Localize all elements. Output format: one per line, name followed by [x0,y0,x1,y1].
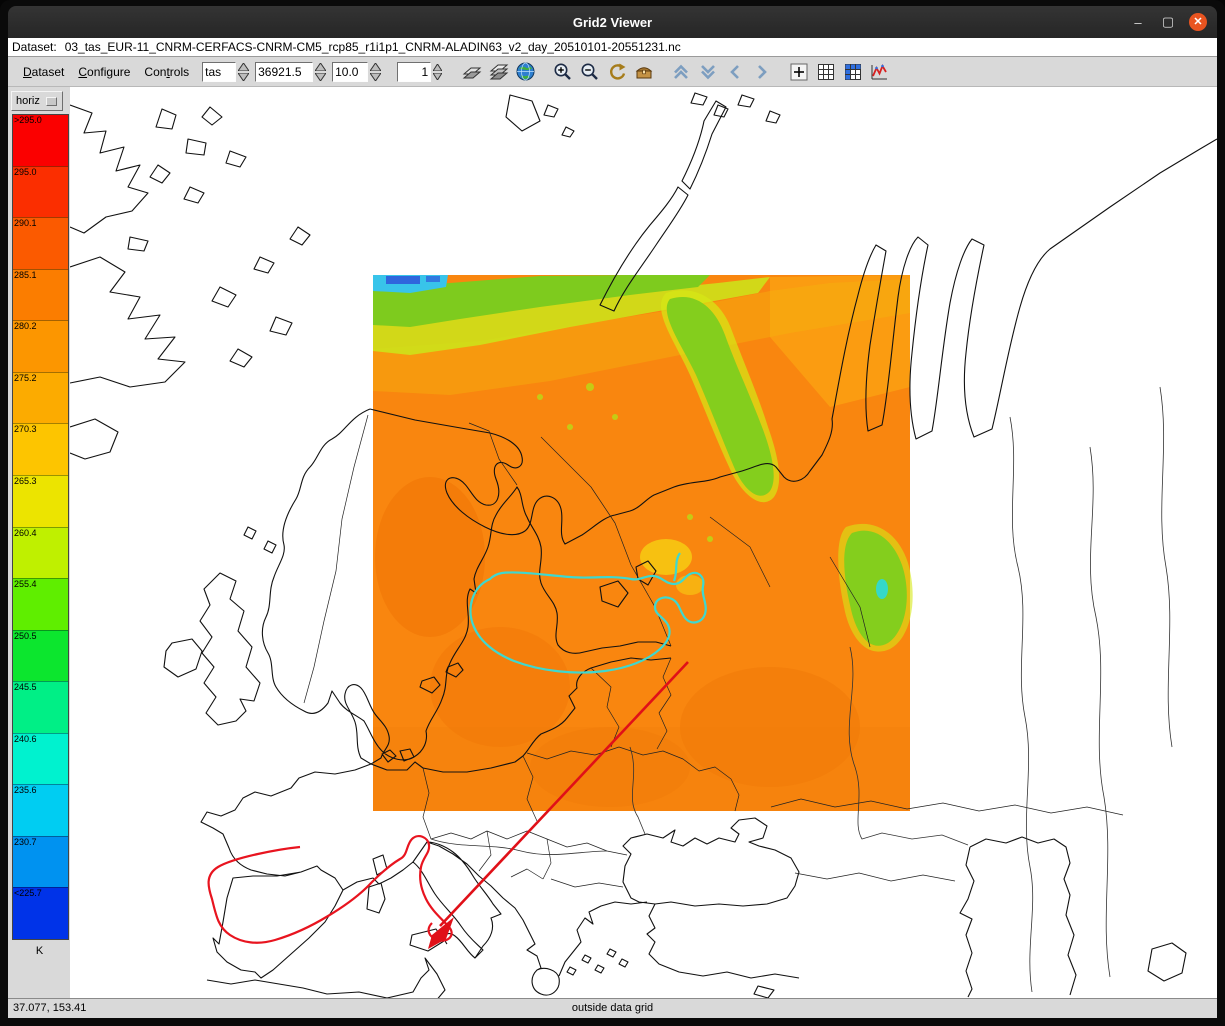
toolbox-icon[interactable] [630,59,657,85]
colorbar-segment: 260.4 [13,527,68,579]
colorbar-segment-label: 295.0 [14,167,37,177]
down-icon[interactable] [694,59,721,85]
colorbar-segment-label: 285.1 [14,270,37,280]
colorbar-segment-label: 270.3 [14,424,37,434]
menu-configure[interactable]: Configure [71,61,137,83]
colorbar-segment: 235.6 [13,784,68,836]
main-area: horiz >295.0 295.0 290.1 285.1 280.2 275.2 270… [8,87,1217,998]
colorbar: >295.0 295.0 290.1 285.1 280.2 275.2 270.3 265.… [12,114,69,940]
level-spinner[interactable] [370,63,381,81]
toolbar: Dataset Configure Controls [8,57,1217,87]
window-title: Grid2 Viewer [573,15,652,30]
red-contour [209,836,452,943]
dataset-filename: 03_tas_EUR-11_CNRM-CERFACS-CNRM-CM5_rcp8… [65,40,681,54]
colorbar-segment: 280.2 [13,320,68,372]
undo-icon[interactable] [603,59,630,85]
colorbar-segment-label: 235.6 [14,785,37,795]
status-bar: 37.077, 153.41 outside data grid [8,998,1217,1018]
layers-icon[interactable] [485,59,512,85]
cursor-coordinates: 37.077, 153.41 [13,1002,86,1014]
colorbar-segment-label: 290.1 [14,218,37,228]
map-svg [70,87,1217,998]
colorbar-segment: 250.5 [13,630,68,682]
colorbar-segment: 245.5 [13,681,68,733]
up-icon[interactable] [667,59,694,85]
menu-dataset[interactable]: Dataset [16,61,71,83]
dataset-bar: Dataset: 03_tas_EUR-11_CNRM-CERFACS-CNRM… [8,38,1217,57]
variable-field[interactable] [202,62,236,82]
colorbar-segment-label: 230.7 [14,837,37,847]
colorbar-segment: >295.0 [13,115,68,166]
colorbar-segment-label: 265.3 [14,476,37,486]
map-canvas[interactable] [70,87,1217,998]
view-mode-dropdown[interactable]: horiz [11,91,63,111]
grid-select-icon[interactable] [839,59,866,85]
zoom-out-icon[interactable] [576,59,603,85]
colorbar-segment: 265.3 [13,475,68,527]
colorbar-segment: <225.7 [13,887,68,939]
time-spinner[interactable] [315,63,326,81]
colorbar-segment: 285.1 [13,269,68,321]
colorbar-segment-label: >295.0 [14,115,42,125]
colorbar-segment-label: 245.5 [14,682,37,692]
colorbar-segment-label: 260.4 [14,528,37,538]
colorbar-segment: 275.2 [13,372,68,424]
layer-icon[interactable] [458,59,485,85]
menu-controls[interactable]: Controls [137,61,196,83]
colorbar-segment-label: 255.4 [14,579,37,589]
colorbar-segment: 290.1 [13,217,68,269]
minimize-button[interactable]: – [1129,15,1147,30]
view-mode-value: horiz [16,95,40,107]
colorbar-segment-label: 275.2 [14,373,37,383]
dropdown-indicator-icon [46,97,57,106]
title-bar[interactable]: Grid2 Viewer – ▢ ✕ [8,6,1217,38]
add-icon[interactable] [785,59,812,85]
colorbar-segment-label: <225.7 [14,888,42,898]
colorbar-segment: 295.0 [13,166,68,218]
colorbar-segment-label: 250.5 [14,631,37,641]
colorbar-unit: K [12,945,67,957]
grid-icon[interactable] [812,59,839,85]
colorbar-segment: 270.3 [13,423,68,475]
zoom-in-icon[interactable] [549,59,576,85]
globe-icon[interactable] [512,59,539,85]
left-icon[interactable] [721,59,748,85]
time-field[interactable] [255,62,313,82]
close-button[interactable]: ✕ [1189,13,1207,31]
profile-plot-icon[interactable] [866,59,893,85]
level-field[interactable] [332,62,368,82]
maximize-button[interactable]: ▢ [1159,14,1177,30]
colorbar-panel: horiz >295.0 295.0 290.1 285.1 280.2 275.2 270… [8,87,70,998]
colorbar-segment-label: 240.6 [14,734,37,744]
colorbar-segment-label: 280.2 [14,321,37,331]
colorbar-segment: 255.4 [13,578,68,630]
colorbar-segment: 240.6 [13,733,68,785]
app-window: Grid2 Viewer – ▢ ✕ Dataset: 03_tas_EUR-1… [0,0,1225,1026]
variable-spinner[interactable] [238,63,249,81]
dataset-label: Dataset: [12,40,57,54]
status-message: outside data grid [572,1002,653,1014]
window-controls: – ▢ ✕ [1129,6,1207,38]
frame-spinner[interactable] [433,64,442,80]
temperature-raster [373,275,913,811]
right-icon[interactable] [748,59,775,85]
frame-field[interactable] [397,62,431,82]
colorbar-segment: 230.7 [13,836,68,888]
